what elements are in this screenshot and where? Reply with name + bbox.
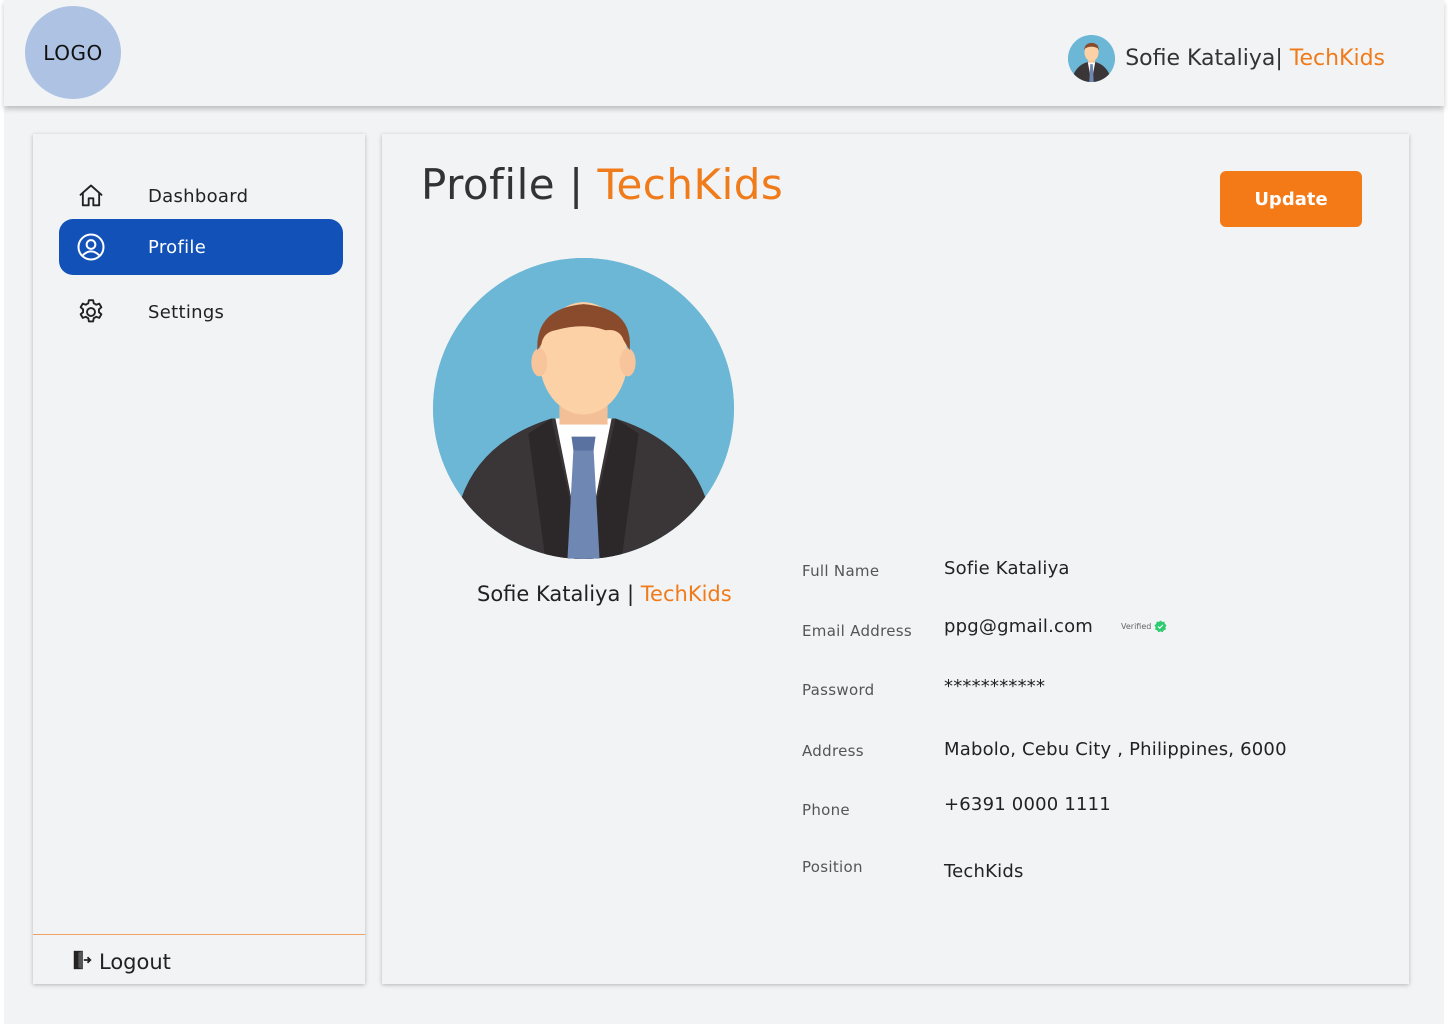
logout-icon [71, 949, 93, 976]
update-button[interactable]: Update [1220, 171, 1362, 227]
sidebar-item-settings[interactable]: Settings [59, 284, 343, 340]
profile-org-text: TechKids [640, 582, 732, 606]
main-panel: Profile | TechKids Update Sofie Kataliya… [382, 134, 1409, 984]
profile-name-separator: | [620, 582, 641, 606]
field-value-address: Mabolo, Cebu City , Philippines, 6000 [944, 739, 1287, 760]
field-value-full-name: Sofie Kataliya [944, 558, 1070, 579]
verified-badge: Verified [1121, 620, 1167, 633]
gear-icon [59, 297, 123, 327]
field-label-address: Address [802, 742, 864, 760]
logo-text: LOGO [43, 40, 103, 65]
page-title: Profile | TechKids [421, 160, 783, 209]
logo[interactable]: LOGO [25, 6, 121, 99]
user-name: Sofie Kataliya| TechKids [1125, 46, 1385, 71]
field-value-position: TechKids [944, 861, 1024, 882]
sidebar-item-label: Settings [148, 301, 225, 323]
profile-name-text: Sofie Kataliya [477, 582, 621, 606]
user-circle-icon [59, 232, 123, 262]
top-bar: LOGO Sofie Kataliya| TechKids [4, 0, 1444, 106]
sidebar-item-dashboard[interactable]: Dashboard [59, 168, 343, 224]
user-name-text: Sofie Kataliya| [1125, 45, 1283, 71]
field-value-email: ppg@gmail.com [944, 616, 1094, 637]
field-value-phone: +6391 0000 1111 [944, 794, 1111, 815]
logout-button[interactable]: Logout [71, 946, 171, 978]
field-value-password: *********** [944, 676, 1046, 697]
sidebar: Dashboard Profile Settings Logout [33, 134, 365, 984]
profile-avatar[interactable] [433, 258, 734, 559]
sidebar-item-profile[interactable]: Profile [59, 219, 343, 275]
field-label-full-name: Full Name [802, 562, 880, 580]
sidebar-item-label: Profile [148, 236, 207, 258]
page-title-accent: TechKids [597, 160, 784, 209]
home-icon [59, 182, 123, 210]
verified-check-icon [1154, 620, 1167, 633]
avatar [1068, 34, 1116, 82]
sidebar-item-label: Dashboard [148, 185, 249, 207]
user-org-text: TechKids [1282, 45, 1385, 71]
profile-name: Sofie Kataliya | TechKids [477, 582, 732, 606]
verified-label: Verified [1121, 622, 1152, 631]
field-label-password: Password [802, 681, 875, 699]
field-label-email: Email Address [802, 622, 913, 640]
field-label-position: Position [802, 858, 863, 876]
sidebar-divider [33, 934, 365, 935]
page-title-text: Profile | [421, 160, 598, 209]
user-avatar-icon [1068, 34, 1116, 82]
field-label-phone: Phone [802, 801, 850, 819]
logout-label: Logout [99, 950, 171, 974]
user-chip[interactable]: Sofie Kataliya| TechKids [1068, 34, 1385, 82]
profile-avatar-icon [433, 258, 734, 559]
